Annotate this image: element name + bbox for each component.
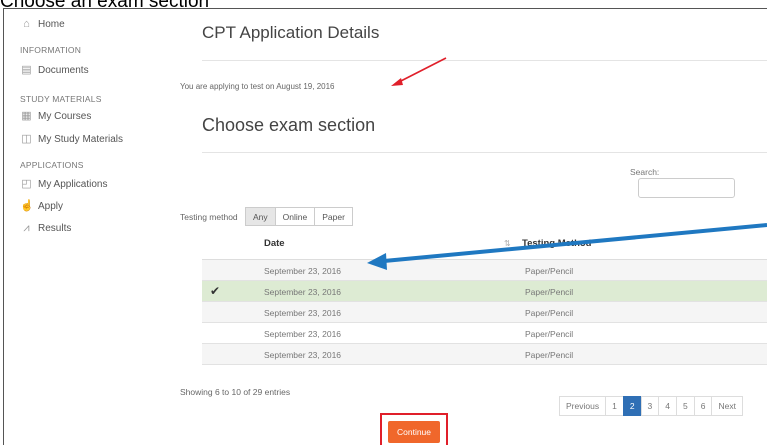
sidebar-item-label: Documents	[38, 64, 89, 76]
pagination-previous[interactable]: Previous	[559, 396, 607, 416]
continue-highlight-box: Continue	[380, 413, 448, 445]
sidebar-item-label: Home	[38, 18, 65, 30]
document-icon: ▤	[21, 64, 32, 76]
column-header-testing-method[interactable]: Testing Method	[522, 238, 591, 249]
cell-date: September 23, 2016	[264, 329, 342, 339]
sidebar-item-results[interactable]: ⩘ Results	[20, 222, 71, 234]
sidebar-item-home[interactable]: ⌂ Home	[20, 18, 65, 30]
exam-sections-table: Date ⇅ Testing Method September 23, 2016…	[202, 228, 767, 365]
filter-online-button[interactable]: Online	[274, 207, 316, 226]
sidebar-heading-information: INFORMATION	[20, 45, 82, 55]
filter-paper-button[interactable]: Paper	[314, 207, 353, 226]
entries-info: Showing 6 to 10 of 29 entries	[180, 387, 291, 397]
app-window: ⌂ Home INFORMATION ▤ Documents STUDY MAT…	[3, 8, 767, 445]
applying-date-text: You are applying to test on August 19, 2…	[180, 82, 335, 91]
table-row[interactable]: ✔ September 23, 2016 Paper/Pencil	[202, 281, 767, 302]
divider	[202, 152, 767, 153]
continue-button[interactable]: Continue	[388, 421, 440, 443]
cell-date: September 23, 2016	[264, 266, 342, 276]
sidebar-item-label: My Applications	[38, 178, 108, 190]
divider	[202, 60, 767, 61]
cell-date: September 23, 2016	[264, 308, 342, 318]
table-row[interactable]: September 23, 2016 Paper/Pencil	[202, 323, 767, 344]
sidebar: ⌂ Home INFORMATION ▤ Documents STUDY MAT…	[4, 9, 189, 445]
cell-testing-method: Paper/Pencil	[525, 329, 574, 339]
pagination-page-5[interactable]: 5	[676, 396, 695, 416]
courses-icon: ▦	[21, 110, 32, 122]
sidebar-item-documents[interactable]: ▤ Documents	[20, 64, 89, 76]
sidebar-item-label: Results	[38, 222, 72, 234]
pagination: Previous 1 2 3 4 5 6 Next	[559, 396, 743, 416]
pagination-page-2[interactable]: 2	[622, 396, 642, 416]
sidebar-item-my-study-materials[interactable]: ◫ My Study Materials	[20, 133, 123, 145]
sidebar-item-apply[interactable]: ☝ Apply	[20, 200, 63, 212]
results-icon: ⩘	[23, 222, 30, 234]
sidebar-item-my-applications[interactable]: ◰ My Applications	[20, 178, 107, 190]
page-title: CPT Application Details	[202, 23, 380, 42]
pagination-page-6[interactable]: 6	[693, 396, 713, 416]
column-header-date[interactable]: Date	[264, 238, 285, 249]
sort-icon[interactable]: ⇅	[504, 239, 511, 248]
search-input[interactable]	[638, 178, 735, 198]
table-row[interactable]: September 23, 2016 Paper/Pencil	[202, 344, 767, 365]
table-row[interactable]: September 23, 2016 Paper/Pencil	[202, 260, 767, 281]
study-materials-icon: ◫	[21, 133, 32, 145]
pagination-page-4[interactable]: 4	[658, 396, 678, 416]
pagination-page-1[interactable]: 1	[605, 396, 624, 416]
filter-any-button[interactable]: Any	[245, 207, 276, 226]
testing-method-label: Testing method	[180, 212, 238, 222]
checkmark-icon: ✔	[210, 284, 221, 298]
cell-date: September 23, 2016	[264, 350, 342, 360]
sidebar-heading-applications: APPLICATIONS	[20, 160, 84, 170]
pagination-next[interactable]: Next	[711, 396, 743, 416]
pagination-page-3[interactable]: 3	[640, 396, 660, 416]
cell-testing-method: Paper/Pencil	[525, 287, 574, 297]
table-body: September 23, 2016 Paper/Pencil ✔ September…	[202, 260, 767, 365]
sidebar-heading-study-materials: STUDY MATERIALS	[20, 94, 102, 104]
search-label: Search:	[630, 167, 660, 177]
cell-date: September 23, 2016	[264, 287, 342, 297]
sidebar-item-label: My Study Materials	[38, 133, 124, 145]
cell-testing-method: Paper/Pencil	[525, 266, 574, 276]
table-header: Date ⇅ Testing Method	[202, 228, 767, 260]
home-icon: ⌂	[23, 18, 30, 30]
apply-icon: ☝	[20, 200, 34, 212]
cell-testing-method: Paper/Pencil	[525, 308, 574, 318]
sidebar-item-my-courses[interactable]: ▦ My Courses	[20, 110, 91, 122]
applications-icon: ◰	[21, 178, 32, 190]
sidebar-item-label: My Courses	[38, 110, 92, 122]
cell-testing-method: Paper/Pencil	[525, 350, 574, 360]
main-content: CPT Application Details You are applying…	[180, 9, 767, 445]
table-row[interactable]: September 23, 2016 Paper/Pencil	[202, 302, 767, 323]
section-title: Choose exam section	[202, 115, 376, 135]
sidebar-item-label: Apply	[38, 200, 64, 212]
testing-method-filter: Any Online Paper	[245, 207, 353, 226]
